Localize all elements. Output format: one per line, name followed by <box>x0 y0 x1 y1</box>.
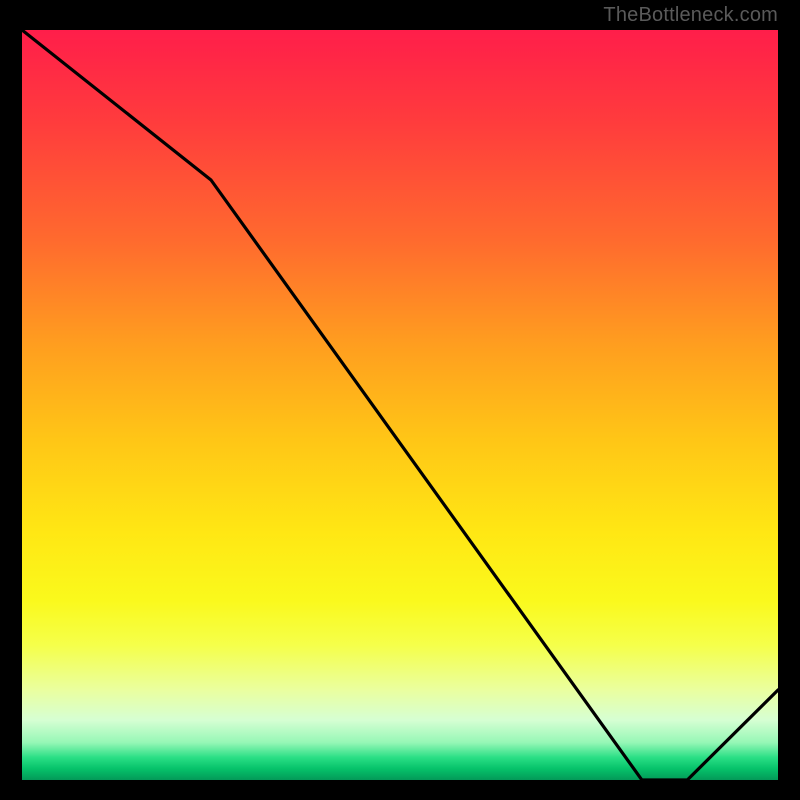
watermark-text: TheBottleneck.com <box>603 4 778 27</box>
bottleneck-curve <box>22 30 778 780</box>
curve-path <box>22 30 778 780</box>
plot-area <box>22 30 778 780</box>
chart-frame: TheBottleneck.com <box>0 0 800 800</box>
